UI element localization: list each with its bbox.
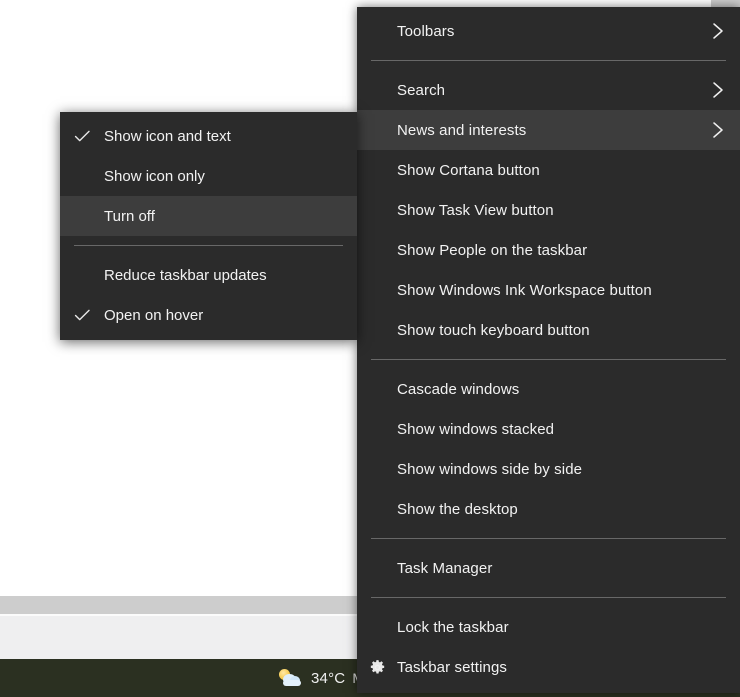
partly-cloudy-icon: [278, 668, 304, 688]
chevron-right-icon: [704, 119, 726, 141]
menu-item-label: Cascade windows: [397, 381, 704, 398]
submenu-item-turn-off[interactable]: Turn off: [60, 196, 357, 236]
menu-item-label: Show Cortana button: [397, 162, 704, 179]
menu-item-label: Search: [397, 82, 704, 99]
submenu-item-label: Show icon only: [104, 168, 357, 185]
menu-item-show-touch-keyboard-button[interactable]: Show touch keyboard button: [357, 310, 740, 350]
menu-item-show-windows-ink-workspace-button[interactable]: Show Windows Ink Workspace button: [357, 270, 740, 310]
menu-item-label: Show windows side by side: [397, 461, 704, 478]
menu-item-lock-the-taskbar[interactable]: Lock the taskbar: [357, 607, 740, 647]
menu-item-show-windows-stacked[interactable]: Show windows stacked: [357, 409, 740, 449]
menu-separator: [371, 538, 726, 539]
menu-group-window-arrangement: Cascade windows Show windows stacked Sho…: [357, 369, 740, 529]
news-and-interests-submenu: Show icon and text Show icon only Turn o…: [60, 112, 357, 340]
menu-item-label: Toolbars: [397, 23, 704, 40]
menu-group-task-manager: Task Manager: [357, 548, 740, 588]
menu-item-toolbars[interactable]: Toolbars: [357, 11, 740, 51]
menu-item-search[interactable]: Search: [357, 70, 740, 110]
menu-bottom-padding: [357, 687, 740, 693]
checkmark-icon: [74, 309, 91, 322]
submenu-group-display-mode: Show icon and text Show icon only Turn o…: [60, 116, 357, 236]
chevron-right-icon: [704, 20, 726, 42]
menu-item-label: Show Task View button: [397, 202, 704, 219]
menu-item-label: Taskbar settings: [397, 659, 704, 676]
taskbar-context-menu: Toolbars Search News and interests: [357, 7, 740, 693]
menu-separator: [371, 597, 726, 598]
menu-item-cascade-windows[interactable]: Cascade windows: [357, 369, 740, 409]
menu-item-show-cortana-button[interactable]: Show Cortana button: [357, 150, 740, 190]
menu-separator: [371, 359, 726, 360]
submenu-item-reduce-taskbar-updates[interactable]: Reduce taskbar updates: [60, 255, 357, 295]
weather-temperature: 34°C: [311, 670, 345, 687]
submenu-item-show-icon-and-text[interactable]: Show icon and text: [60, 116, 357, 156]
submenu-bottom-padding: [60, 335, 357, 340]
menu-item-show-windows-side-by-side[interactable]: Show windows side by side: [357, 449, 740, 489]
menu-separator: [371, 60, 726, 61]
submenu-item-label: Turn off: [104, 208, 357, 225]
submenu-item-label: Show icon and text: [104, 128, 357, 145]
menu-item-label: Lock the taskbar: [397, 619, 704, 636]
submenu-item-open-on-hover[interactable]: Open on hover: [60, 295, 357, 335]
submenu-item-gutter: [60, 309, 104, 322]
menu-item-task-manager[interactable]: Task Manager: [357, 548, 740, 588]
menu-item-label: News and interests: [397, 122, 704, 139]
menu-item-label: Task Manager: [397, 560, 704, 577]
menu-item-gutter: [357, 659, 397, 676]
menu-item-label: Show the desktop: [397, 501, 704, 518]
menu-item-label: Show windows stacked: [397, 421, 704, 438]
menu-group-taskbar-settings: Lock the taskbar Taskbar settings: [357, 607, 740, 687]
menu-group-toolbars: Toolbars: [357, 11, 740, 51]
menu-item-news-and-interests[interactable]: News and interests: [357, 110, 740, 150]
menu-item-label: Show touch keyboard button: [397, 322, 704, 339]
menu-item-show-people-on-the-taskbar[interactable]: Show People on the taskbar: [357, 230, 740, 270]
menu-group-taskbar-items: Search News and interests Show Cortana b…: [357, 70, 740, 350]
chevron-right-icon: [704, 79, 726, 101]
submenu-item-label: Reduce taskbar updates: [104, 267, 357, 284]
submenu-separator: [74, 245, 343, 246]
menu-item-show-the-desktop[interactable]: Show the desktop: [357, 489, 740, 529]
menu-item-label: Show Windows Ink Workspace button: [397, 282, 704, 299]
submenu-item-show-icon-only[interactable]: Show icon only: [60, 156, 357, 196]
submenu-item-label: Open on hover: [104, 307, 357, 324]
submenu-item-gutter: [60, 130, 104, 143]
submenu-group-options: Reduce taskbar updates Open on hover: [60, 255, 357, 335]
checkmark-icon: [74, 130, 91, 143]
menu-item-show-task-view-button[interactable]: Show Task View button: [357, 190, 740, 230]
menu-item-label: Show People on the taskbar: [397, 242, 704, 259]
gear-icon: [369, 659, 386, 676]
menu-item-taskbar-settings[interactable]: Taskbar settings: [357, 647, 740, 687]
